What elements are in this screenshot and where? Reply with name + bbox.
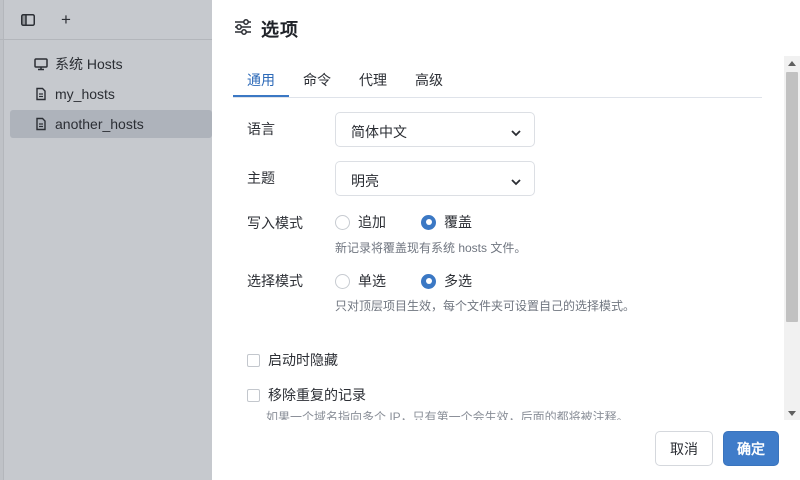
radio-button-checked[interactable] [421, 273, 436, 289]
chevron-down-icon [510, 125, 522, 137]
radio-label: 覆盖 [444, 214, 472, 230]
checkbox[interactable] [247, 353, 260, 367]
list-item-label: 系统 Hosts [55, 56, 123, 72]
write-mode-label: 写入模式 [247, 215, 303, 231]
list-item-my-hosts[interactable]: my_hosts [10, 80, 212, 108]
list-item-label: another_hosts [55, 116, 144, 132]
remove-duplicates-checkbox[interactable]: 移除重复的记录 [247, 385, 366, 405]
options-content: 语言 简体中文 主题 明亮 写入模式 追加 覆盖 新记录将覆盖现有系统 host… [212, 100, 784, 420]
tab-advanced[interactable]: 高级 [415, 70, 443, 90]
list-item-label: my_hosts [55, 86, 115, 102]
dialog-header: 选项 [212, 0, 800, 56]
app-toolbar: + [0, 0, 212, 40]
dialog-title: 选项 [261, 20, 299, 40]
cancel-button[interactable]: 取消 [655, 431, 713, 466]
list-item-another-hosts[interactable]: another_hosts [10, 110, 212, 138]
hosts-list: 系统 Hosts my_hosts another_hosts [0, 48, 212, 140]
plus-icon: + [61, 10, 71, 29]
tab-general[interactable]: 通用 [247, 70, 275, 90]
checkbox[interactable] [247, 388, 260, 402]
file-icon [34, 117, 48, 131]
choice-mode-hint: 只对顶层项目生效，每个文件夹可设置自己的选择模式。 [335, 299, 636, 313]
scrollbar[interactable] [784, 56, 800, 420]
remove-duplicates-hint: 如果一个域名指向多个 IP，只有第一个会生效，后面的都将被注释。 [266, 410, 629, 420]
language-label: 语言 [247, 121, 275, 137]
monitor-icon [34, 57, 48, 71]
write-mode-overwrite-radio[interactable]: 覆盖 [421, 212, 472, 232]
language-value: 简体中文 [351, 124, 407, 140]
sliders-icon [234, 18, 252, 36]
scrollbar-thumb[interactable] [786, 72, 798, 322]
hide-on-startup-checkbox[interactable]: 启动时隐藏 [247, 350, 338, 370]
confirm-button[interactable]: 确定 [723, 431, 779, 466]
options-dialog: 选项 通用 命令 代理 高级 语言 简体中文 主题 明亮 写入模式 追加 覆盖 … [212, 0, 800, 480]
radio-button-checked[interactable] [421, 214, 436, 230]
tab-proxy[interactable]: 代理 [359, 70, 387, 90]
theme-select[interactable]: 明亮 [335, 161, 535, 196]
write-mode-hint: 新记录将覆盖现有系统 hosts 文件。 [335, 241, 527, 255]
choice-mode-label: 选择模式 [247, 273, 303, 289]
radio-label: 单选 [358, 273, 386, 289]
active-tab-indicator [233, 95, 289, 97]
dialog-footer: 取消 确定 [212, 420, 800, 480]
file-icon [34, 87, 48, 101]
theme-value: 明亮 [351, 173, 379, 189]
radio-label: 追加 [358, 214, 386, 230]
radio-button[interactable] [335, 214, 350, 230]
language-select[interactable]: 简体中文 [335, 112, 535, 147]
choice-mode-multiple-radio[interactable]: 多选 [421, 271, 472, 291]
theme-label: 主题 [247, 170, 275, 186]
choice-mode-single-radio[interactable]: 单选 [335, 271, 386, 291]
sidebar-toggle-icon[interactable] [19, 11, 37, 29]
tab-bar: 通用 命令 代理 高级 [233, 62, 762, 98]
list-item-system-hosts[interactable]: 系统 Hosts [10, 50, 212, 78]
checkbox-label: 移除重复的记录 [268, 387, 366, 403]
radio-button[interactable] [335, 273, 350, 289]
scroll-down-icon[interactable] [784, 406, 800, 420]
write-mode-append-radio[interactable]: 追加 [335, 212, 386, 232]
radio-label: 多选 [444, 273, 472, 289]
checkbox-label: 启动时隐藏 [268, 352, 338, 368]
tab-command[interactable]: 命令 [303, 70, 331, 90]
chevron-down-icon [510, 174, 522, 186]
add-hosts-button[interactable]: + [57, 11, 75, 29]
scroll-up-icon[interactable] [784, 56, 800, 70]
